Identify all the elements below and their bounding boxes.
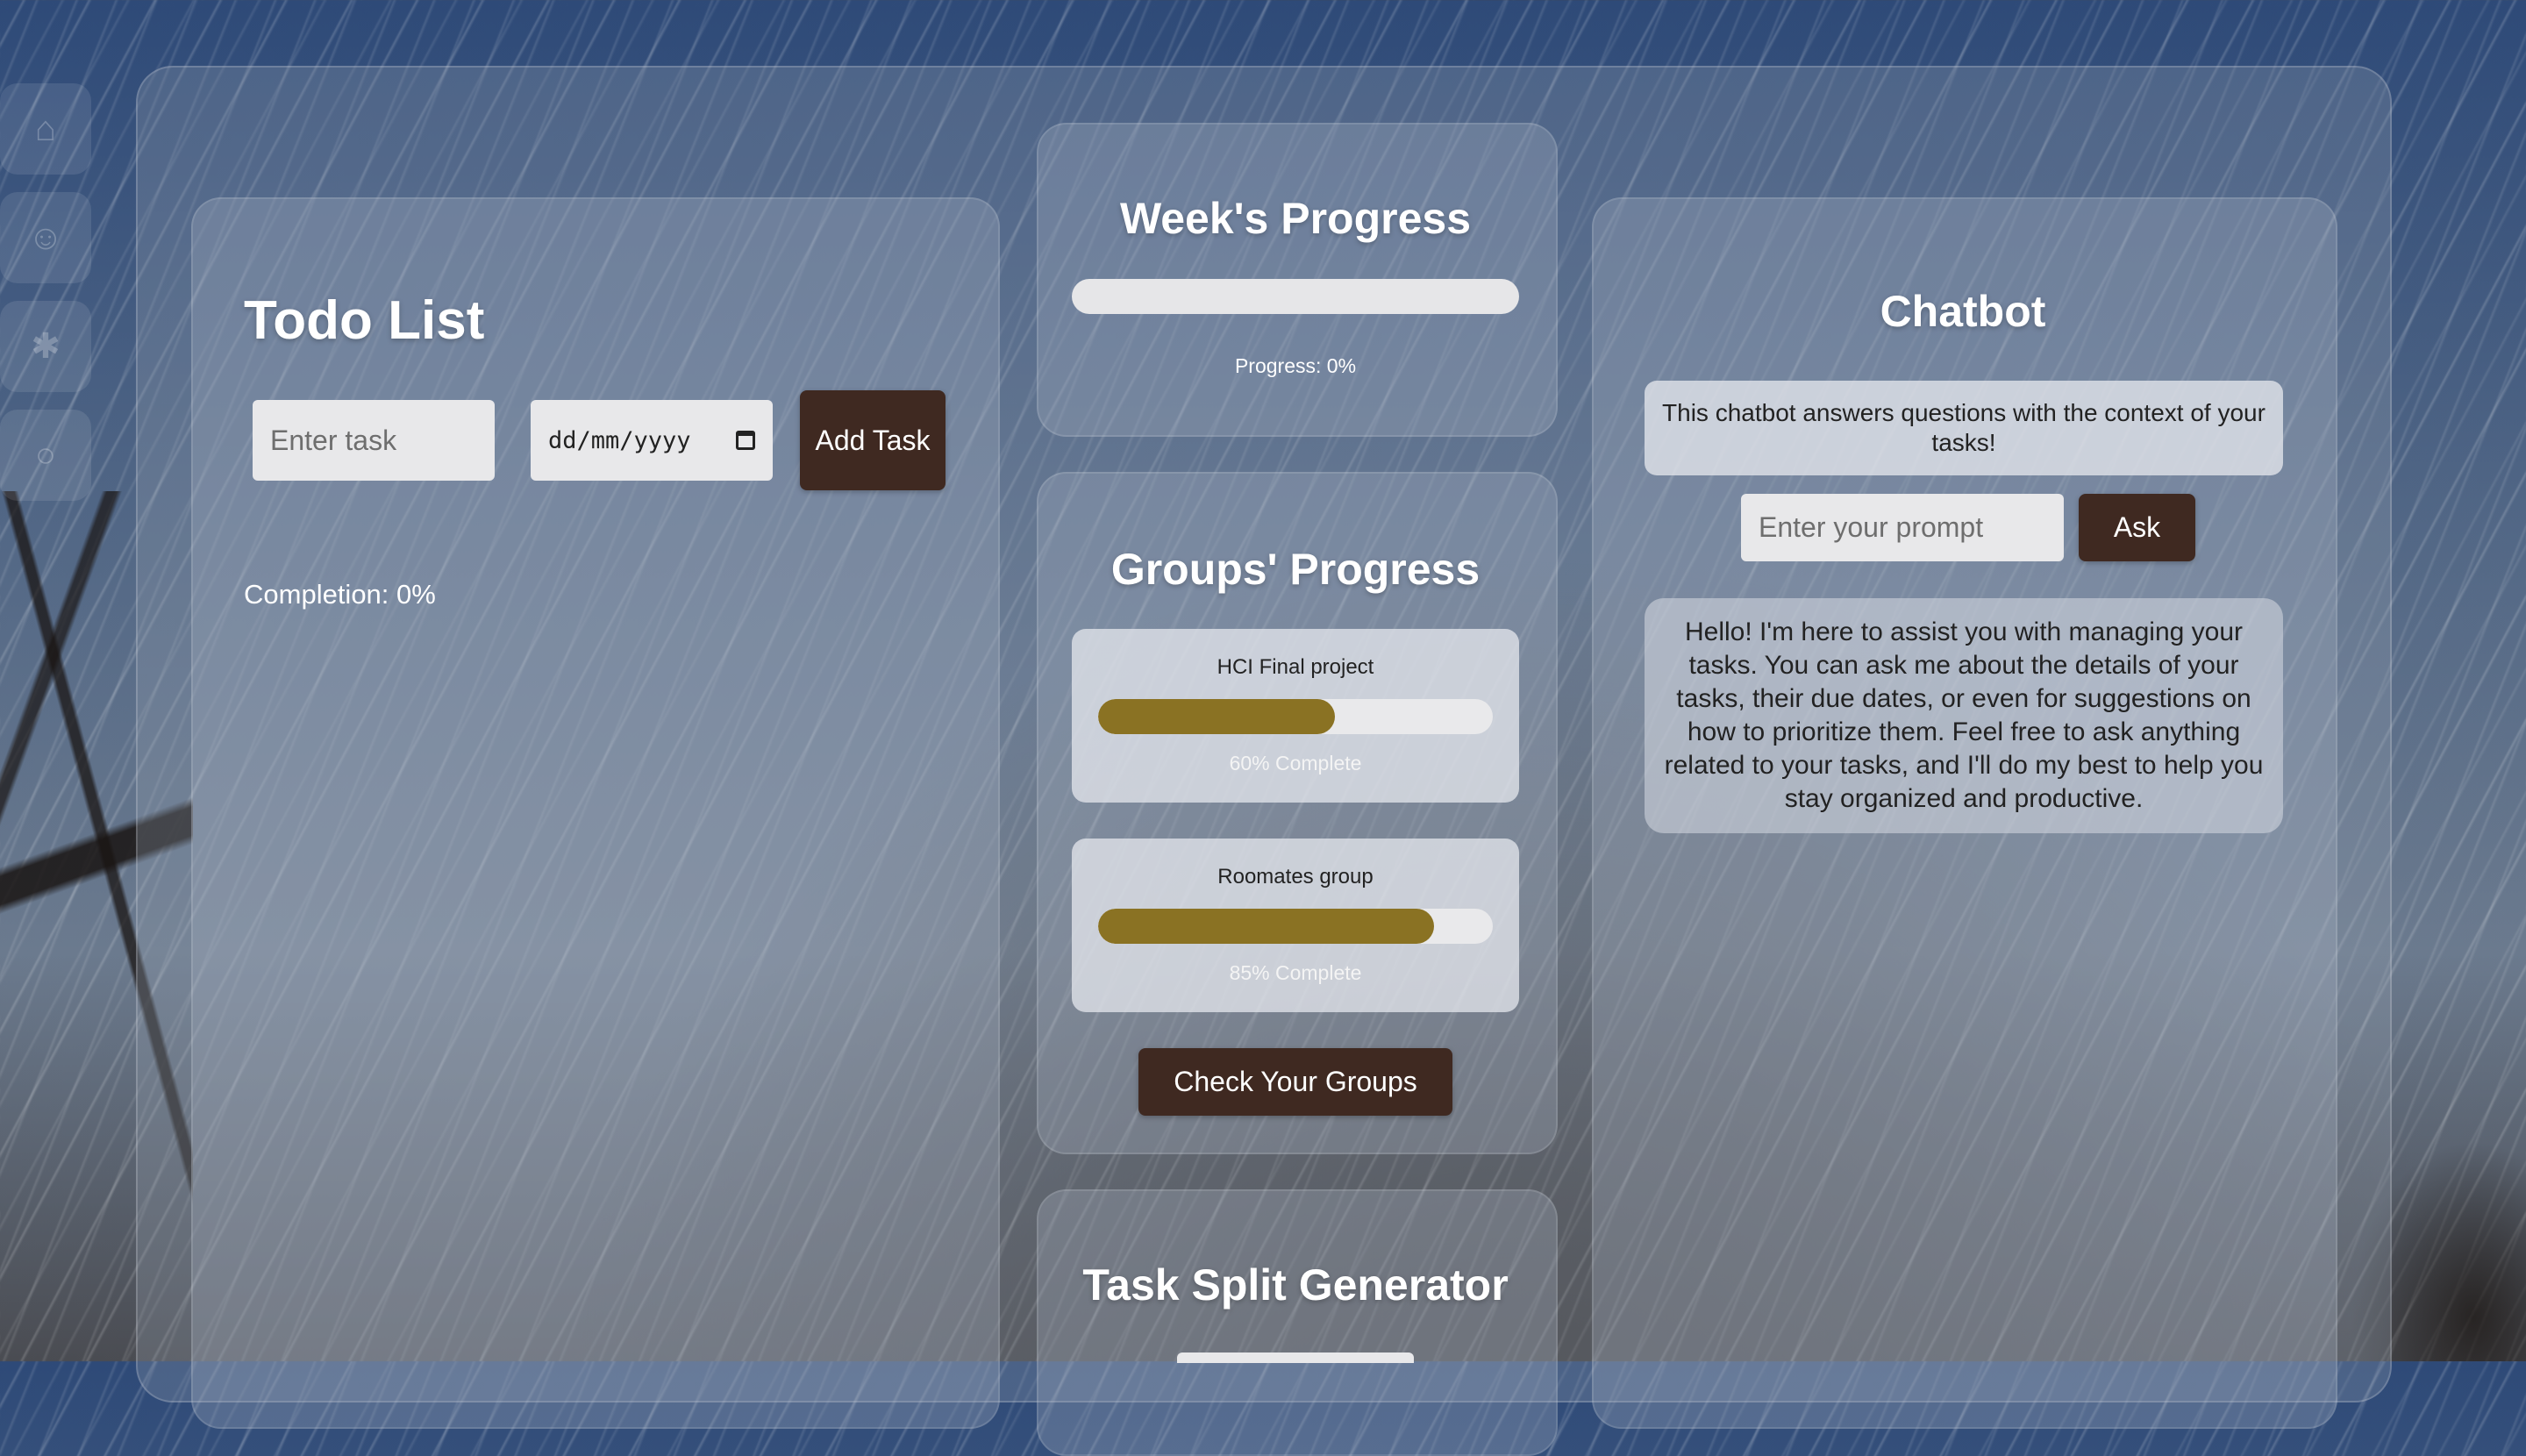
completion-label: Completion: 0% [244, 579, 436, 610]
task-split-input[interactable] [1177, 1353, 1414, 1363]
group-progress-fill [1098, 909, 1434, 944]
chatbot-reply: Hello! I'm here to assist you with manag… [1645, 598, 2283, 833]
ask-button[interactable]: Ask [2079, 494, 2195, 561]
week-progress-bar [1072, 279, 1519, 314]
date-placeholder: dd/mm/yyyy [548, 426, 691, 454]
group-progress-label: 60% Complete [1229, 752, 1362, 774]
task-split-title: Task Split Generator [1082, 1260, 1509, 1310]
settings-icon[interactable]: ✱ [0, 301, 91, 392]
profile-icon[interactable]: ☺ [0, 192, 91, 283]
group-progress-label: 85% Complete [1229, 961, 1362, 984]
add-task-button[interactable]: Add Task [800, 390, 945, 490]
search-icon[interactable]: ○ [0, 410, 91, 501]
group-progress-fill [1098, 699, 1335, 734]
group-name: Roomates group [1217, 865, 1374, 889]
todo-title: Todo List [244, 290, 485, 351]
week-progress-title: Week's Progress [1119, 194, 1472, 243]
due-date-input[interactable]: dd/mm/yyyy [531, 400, 773, 481]
chatbot-title: Chatbot [1880, 287, 2046, 336]
prompt-input[interactable]: Enter your prompt [1741, 494, 2064, 561]
calendar-icon[interactable] [736, 431, 755, 450]
chatbot-description: This chatbot answers questions with the … [1645, 381, 2283, 475]
group-progress-bar [1098, 909, 1493, 944]
group-card-hci[interactable]: HCI Final project 60% Complete [1072, 629, 1519, 803]
check-groups-button[interactable]: Check Your Groups [1138, 1048, 1452, 1116]
group-progress-bar [1098, 699, 1493, 734]
groups-progress-title: Groups' Progress [1110, 545, 1481, 594]
home-icon[interactable]: ⌂ [0, 83, 91, 175]
task-split-card [1037, 1189, 1558, 1456]
side-rail: ⌂ ☺ ✱ ○ [0, 83, 95, 518]
task-input[interactable]: Enter task [253, 400, 495, 481]
todo-card [191, 197, 1000, 1429]
group-name: HCI Final project [1217, 655, 1374, 679]
group-card-roomates[interactable]: Roomates group 85% Complete [1072, 839, 1519, 1012]
week-progress-label: Progress: 0% [1234, 354, 1357, 377]
